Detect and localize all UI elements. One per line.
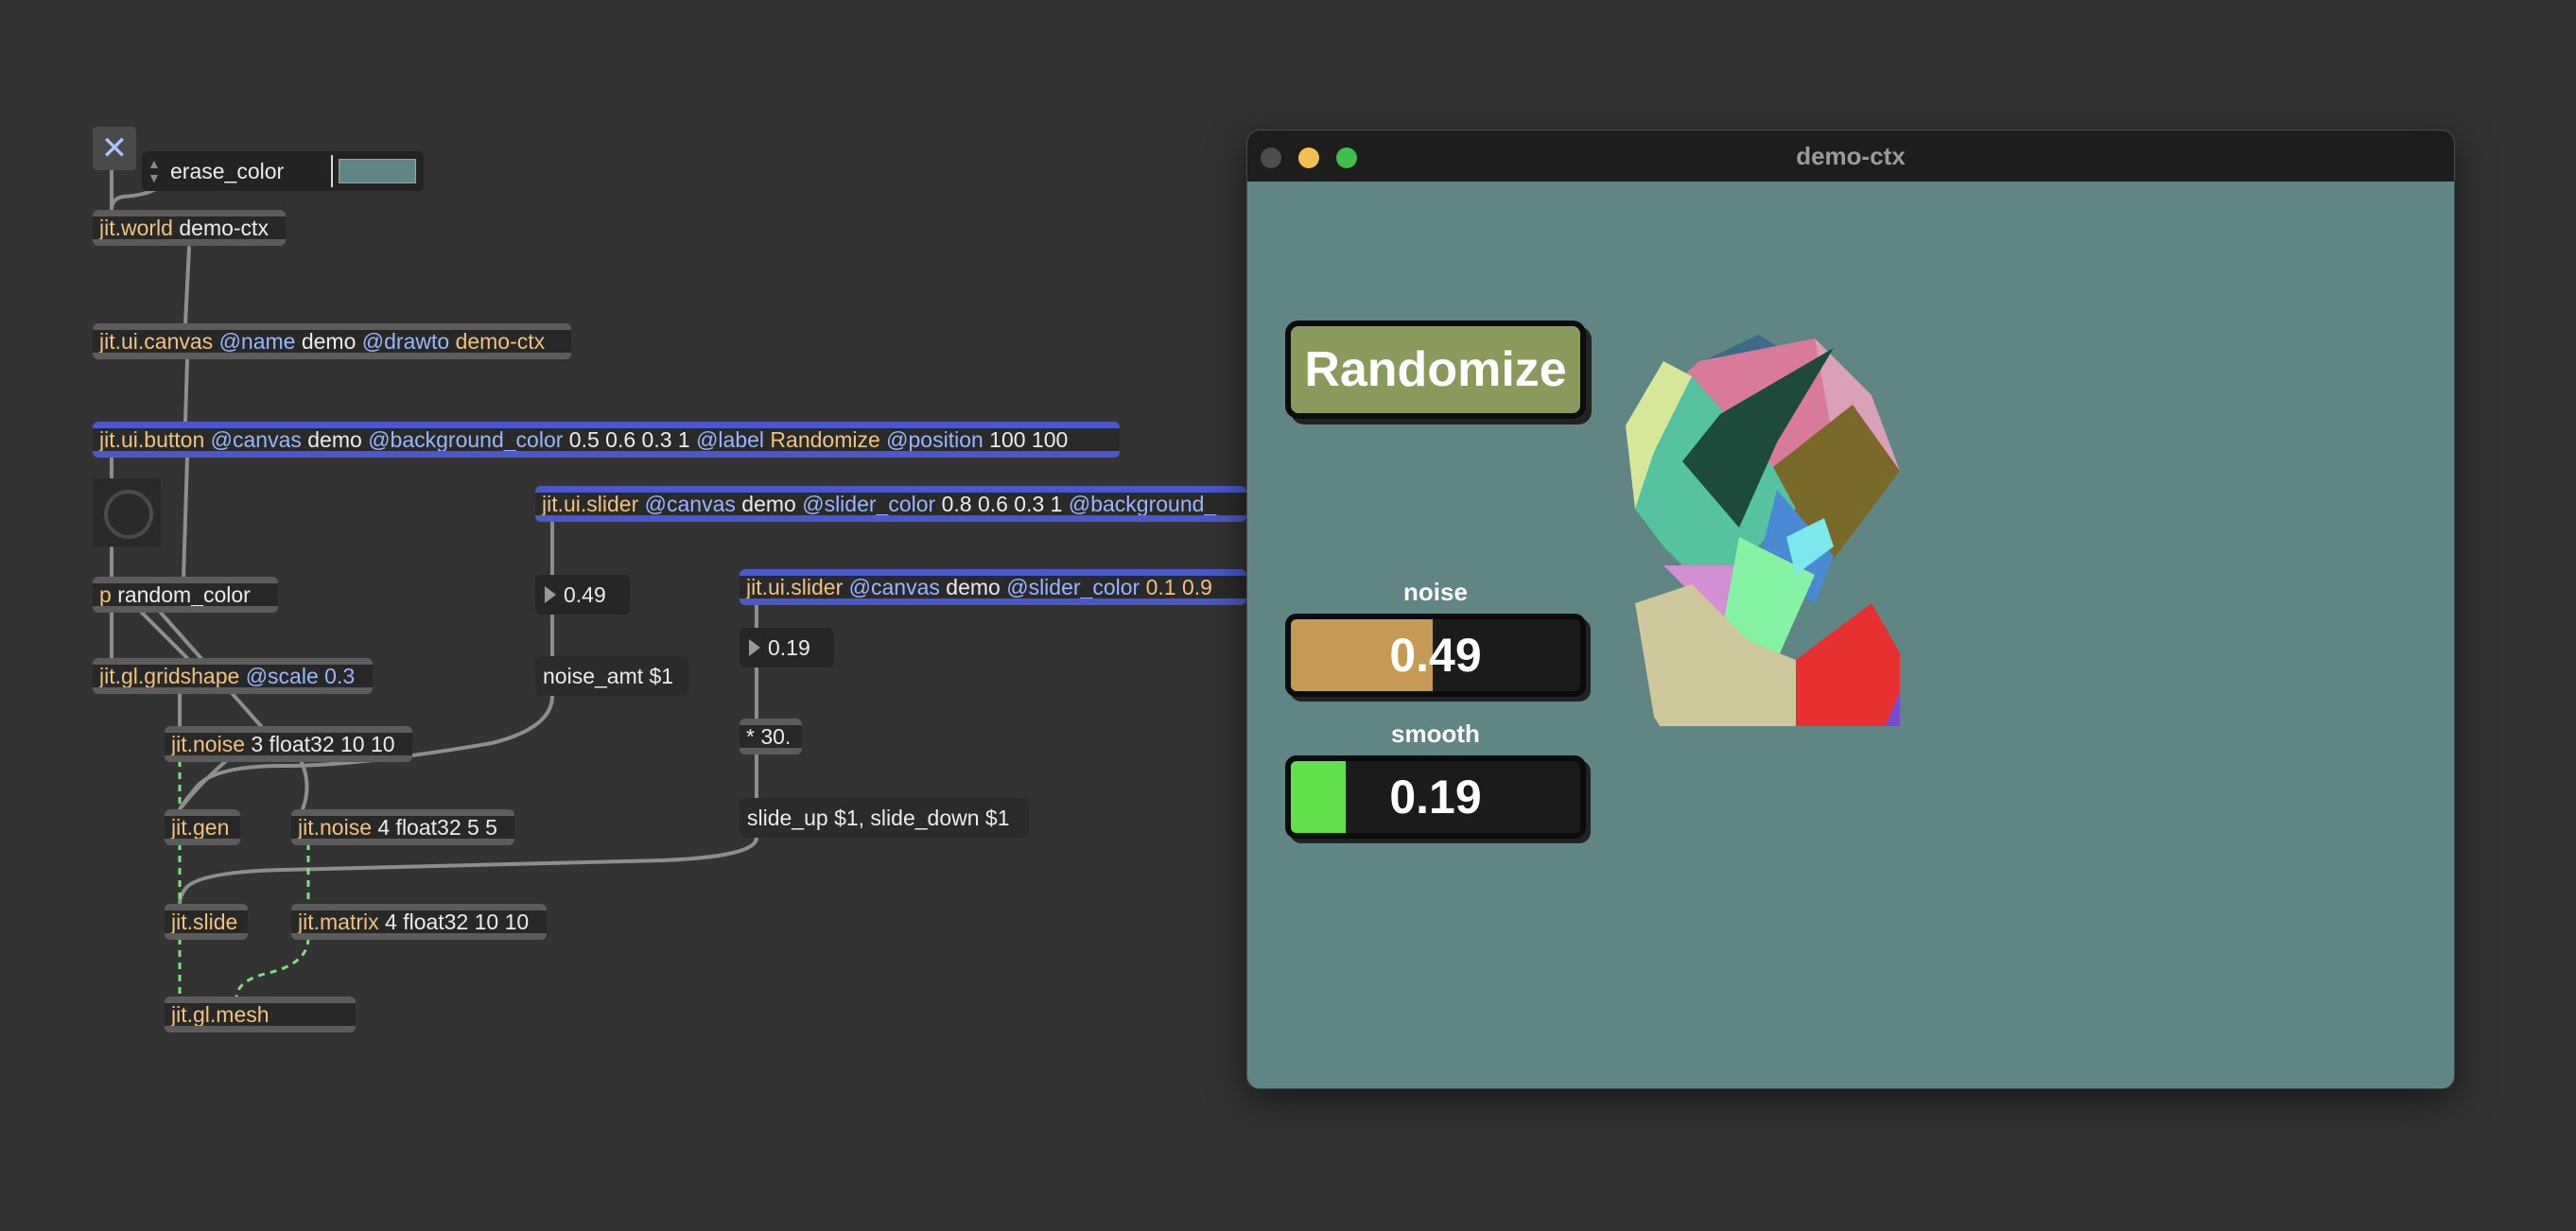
cord-canvas-button <box>183 357 189 424</box>
erase-color-label: erase_color <box>170 159 285 183</box>
jit-slide-object[interactable]: jit.slide <box>165 904 248 940</box>
up-down-arrows-icon: ▲ ▼ <box>148 156 161 185</box>
smooth-value: 0.19 <box>1389 771 1482 824</box>
noise-slider[interactable]: 0.49 <box>1285 614 1586 697</box>
multiply-object[interactable]: * 30. <box>740 719 802 754</box>
jit-world-object[interactable]: jit.world demo-ctx <box>93 210 286 246</box>
bang-button[interactable] <box>93 478 161 546</box>
smooth-label: smooth <box>1391 720 1480 748</box>
triangle-right-icon <box>749 639 760 656</box>
matrix-cord-matrix-mesh <box>235 937 310 999</box>
jit-gl-gridshape-object[interactable]: jit.gl.gridshape @scale 0.3 <box>93 658 373 694</box>
number-box-smooth[interactable]: 0.19 <box>740 628 834 668</box>
jit-gen-object[interactable]: jit.gen <box>165 809 240 845</box>
number-box-noise[interactable]: 0.49 <box>535 575 630 615</box>
rendered-mesh-shape <box>1626 335 1900 726</box>
demo-ctx-window[interactable]: demo-ctx Randomize noise 0.49 smooth 0.1… <box>1246 130 2455 1089</box>
noise-amt-message[interactable]: noise_amt $1 <box>535 656 688 696</box>
smooth-slider[interactable]: 0.19 <box>1285 755 1586 839</box>
cord-button-random <box>182 456 189 581</box>
cord-world-canvas <box>183 246 191 325</box>
jit-ui-slider-smooth-object[interactable]: jit.ui.slider @canvas demo @slider_color… <box>740 569 1246 605</box>
jit-noise-object-2[interactable]: jit.noise 4 float32 5 5 <box>291 809 514 845</box>
cord-noise-noise2 <box>299 758 309 811</box>
divider <box>331 155 333 187</box>
jit-ui-button-object[interactable]: jit.ui.button @canvas demo @background_c… <box>93 422 1120 458</box>
color-swatch[interactable] <box>339 159 416 183</box>
erase-color-message[interactable]: ▲ ▼ erase_color <box>142 151 424 191</box>
jit-gl-mesh-object[interactable]: jit.gl.mesh <box>165 997 356 1032</box>
cord-noise-gen <box>178 758 229 811</box>
random-color-subpatch[interactable]: p random_color <box>93 577 278 613</box>
jit-ui-slider-noise-object[interactable]: jit.ui.slider @canvas demo @slider_color… <box>535 486 1246 522</box>
x-icon: ✕ <box>100 130 129 166</box>
bang-circle-icon <box>104 490 153 539</box>
randomize-button[interactable]: Randomize <box>1285 321 1586 419</box>
triangle-right-icon <box>545 586 556 603</box>
window-title: demo-ctx <box>1796 142 1906 170</box>
slide-message[interactable]: slide_up $1, slide_down $1 <box>740 798 1029 838</box>
noise-value: 0.49 <box>1389 629 1482 682</box>
noise-label: noise <box>1403 578 1468 606</box>
toggle[interactable]: ✕ <box>93 127 136 170</box>
window-titlebar[interactable]: demo-ctx <box>1247 130 2454 182</box>
cord-msg-slide <box>178 836 758 906</box>
jit-noise-object[interactable]: jit.noise 3 float32 10 10 <box>165 726 412 762</box>
jit-ui-canvas-object[interactable]: jit.ui.canvas @name demo @drawto demo-ct… <box>93 323 571 359</box>
jit-matrix-object[interactable]: jit.matrix 4 float32 10 10 <box>291 904 547 940</box>
